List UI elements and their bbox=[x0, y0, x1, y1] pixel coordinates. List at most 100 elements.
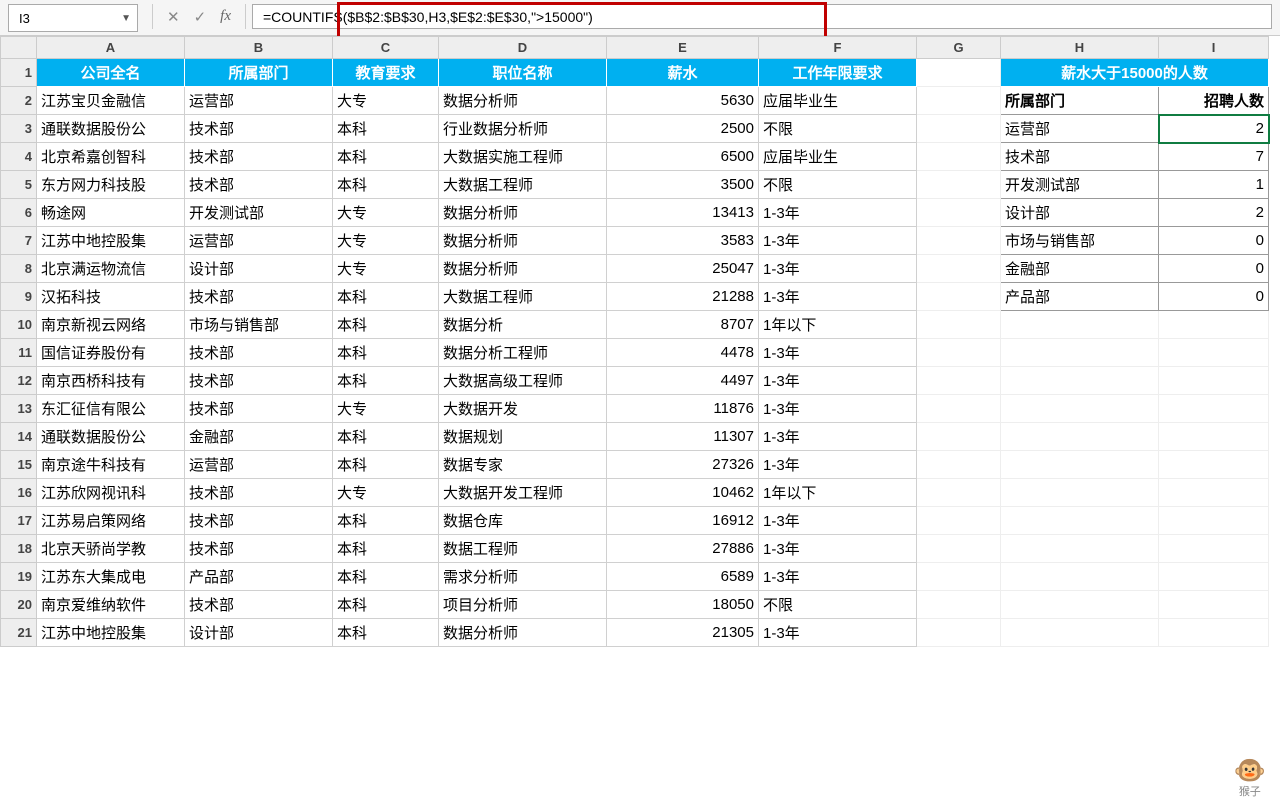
col-header-E[interactable]: E bbox=[607, 37, 759, 59]
col-header-I[interactable]: I bbox=[1159, 37, 1269, 59]
cell-B2[interactable]: 运营部 bbox=[185, 87, 333, 115]
cell-B12[interactable]: 技术部 bbox=[185, 367, 333, 395]
main-header-F[interactable]: 工作年限要求 bbox=[759, 59, 917, 87]
main-header-A[interactable]: 公司全名 bbox=[37, 59, 185, 87]
cell-G9[interactable] bbox=[917, 283, 1001, 311]
cell-H17[interactable] bbox=[1001, 507, 1159, 535]
cell-G2[interactable] bbox=[917, 87, 1001, 115]
col-header-G[interactable]: G bbox=[917, 37, 1001, 59]
summary-dept-8[interactable]: 金融部 bbox=[1001, 255, 1159, 283]
cell-C4[interactable]: 本科 bbox=[333, 143, 439, 171]
row-header-13[interactable]: 13 bbox=[1, 395, 37, 423]
cell-E8[interactable]: 25047 bbox=[607, 255, 759, 283]
summary-title[interactable]: 薪水大于15000的人数 bbox=[1001, 59, 1269, 87]
cell-C6[interactable]: 大专 bbox=[333, 199, 439, 227]
cell-E4[interactable]: 6500 bbox=[607, 143, 759, 171]
summary-col1-header[interactable]: 所属部门 bbox=[1001, 87, 1159, 115]
cell-G13[interactable] bbox=[917, 395, 1001, 423]
cell-E20[interactable]: 18050 bbox=[607, 591, 759, 619]
cell-A15[interactable]: 南京途牛科技有 bbox=[37, 451, 185, 479]
cell-I18[interactable] bbox=[1159, 535, 1269, 563]
cell-F17[interactable]: 1-3年 bbox=[759, 507, 917, 535]
spreadsheet-grid[interactable]: ABCDEFGHI1公司全名所属部门教育要求职位名称薪水工作年限要求薪水大于15… bbox=[0, 36, 1280, 647]
cell-H21[interactable] bbox=[1001, 619, 1159, 647]
row-header-12[interactable]: 12 bbox=[1, 367, 37, 395]
cell-F4[interactable]: 应届毕业生 bbox=[759, 143, 917, 171]
cell-H15[interactable] bbox=[1001, 451, 1159, 479]
cell-G20[interactable] bbox=[917, 591, 1001, 619]
cell-G8[interactable] bbox=[917, 255, 1001, 283]
cell-G15[interactable] bbox=[917, 451, 1001, 479]
col-header-H[interactable]: H bbox=[1001, 37, 1159, 59]
row-header-17[interactable]: 17 bbox=[1, 507, 37, 535]
summary-count-3[interactable]: 2 bbox=[1159, 115, 1269, 143]
cell-B21[interactable]: 设计部 bbox=[185, 619, 333, 647]
cell-D20[interactable]: 项目分析师 bbox=[439, 591, 607, 619]
cell-E3[interactable]: 2500 bbox=[607, 115, 759, 143]
cell-A3[interactable]: 通联数据股份公 bbox=[37, 115, 185, 143]
cell-A10[interactable]: 南京新视云网络 bbox=[37, 311, 185, 339]
summary-count-4[interactable]: 7 bbox=[1159, 143, 1269, 171]
cell-A11[interactable]: 国信证券股份有 bbox=[37, 339, 185, 367]
row-header-20[interactable]: 20 bbox=[1, 591, 37, 619]
col-header-B[interactable]: B bbox=[185, 37, 333, 59]
cell-F21[interactable]: 1-3年 bbox=[759, 619, 917, 647]
cell-C17[interactable]: 本科 bbox=[333, 507, 439, 535]
cell-H13[interactable] bbox=[1001, 395, 1159, 423]
cell-G14[interactable] bbox=[917, 423, 1001, 451]
cell-I19[interactable] bbox=[1159, 563, 1269, 591]
cell-G11[interactable] bbox=[917, 339, 1001, 367]
cell-B10[interactable]: 市场与销售部 bbox=[185, 311, 333, 339]
cell-I20[interactable] bbox=[1159, 591, 1269, 619]
cell-C7[interactable]: 大专 bbox=[333, 227, 439, 255]
cell-B15[interactable]: 运营部 bbox=[185, 451, 333, 479]
cell-D15[interactable]: 数据专家 bbox=[439, 451, 607, 479]
cell-D18[interactable]: 数据工程师 bbox=[439, 535, 607, 563]
cell-E13[interactable]: 11876 bbox=[607, 395, 759, 423]
cell-E17[interactable]: 16912 bbox=[607, 507, 759, 535]
cell-E10[interactable]: 8707 bbox=[607, 311, 759, 339]
cell-A6[interactable]: 畅途网 bbox=[37, 199, 185, 227]
cell-G12[interactable] bbox=[917, 367, 1001, 395]
cell-D3[interactable]: 行业数据分析师 bbox=[439, 115, 607, 143]
cell-I11[interactable] bbox=[1159, 339, 1269, 367]
cell-B8[interactable]: 设计部 bbox=[185, 255, 333, 283]
cell-F15[interactable]: 1-3年 bbox=[759, 451, 917, 479]
main-header-B[interactable]: 所属部门 bbox=[185, 59, 333, 87]
cell-I10[interactable] bbox=[1159, 311, 1269, 339]
cell-C16[interactable]: 大专 bbox=[333, 479, 439, 507]
cell-G3[interactable] bbox=[917, 115, 1001, 143]
cell-C19[interactable]: 本科 bbox=[333, 563, 439, 591]
cell-I14[interactable] bbox=[1159, 423, 1269, 451]
row-header-11[interactable]: 11 bbox=[1, 339, 37, 367]
cell-D8[interactable]: 数据分析师 bbox=[439, 255, 607, 283]
formula-input[interactable]: =COUNTIFS($B$2:$B$30,H3,$E$2:$E$30,">150… bbox=[252, 4, 1272, 29]
cell-F18[interactable]: 1-3年 bbox=[759, 535, 917, 563]
cell-C2[interactable]: 大专 bbox=[333, 87, 439, 115]
summary-count-6[interactable]: 2 bbox=[1159, 199, 1269, 227]
cell-A14[interactable]: 通联数据股份公 bbox=[37, 423, 185, 451]
cell-D4[interactable]: 大数据实施工程师 bbox=[439, 143, 607, 171]
name-box-dropdown-icon[interactable]: ▼ bbox=[121, 13, 131, 24]
cell-F6[interactable]: 1-3年 bbox=[759, 199, 917, 227]
cell-H16[interactable] bbox=[1001, 479, 1159, 507]
cell-E19[interactable]: 6589 bbox=[607, 563, 759, 591]
cell-A2[interactable]: 江苏宝贝金融信 bbox=[37, 87, 185, 115]
fx-icon[interactable]: fx bbox=[220, 8, 231, 25]
cell-D5[interactable]: 大数据工程师 bbox=[439, 171, 607, 199]
cell-D11[interactable]: 数据分析工程师 bbox=[439, 339, 607, 367]
cell-G4[interactable] bbox=[917, 143, 1001, 171]
row-header-8[interactable]: 8 bbox=[1, 255, 37, 283]
cell-F12[interactable]: 1-3年 bbox=[759, 367, 917, 395]
row-header-19[interactable]: 19 bbox=[1, 563, 37, 591]
cell-I17[interactable] bbox=[1159, 507, 1269, 535]
cell-B11[interactable]: 技术部 bbox=[185, 339, 333, 367]
row-header-14[interactable]: 14 bbox=[1, 423, 37, 451]
cell-D19[interactable]: 需求分析师 bbox=[439, 563, 607, 591]
cell-A18[interactable]: 北京天骄尚学教 bbox=[37, 535, 185, 563]
cell-E6[interactable]: 13413 bbox=[607, 199, 759, 227]
cell-G18[interactable] bbox=[917, 535, 1001, 563]
cell-F9[interactable]: 1-3年 bbox=[759, 283, 917, 311]
cell-A12[interactable]: 南京西桥科技有 bbox=[37, 367, 185, 395]
cell-B16[interactable]: 技术部 bbox=[185, 479, 333, 507]
